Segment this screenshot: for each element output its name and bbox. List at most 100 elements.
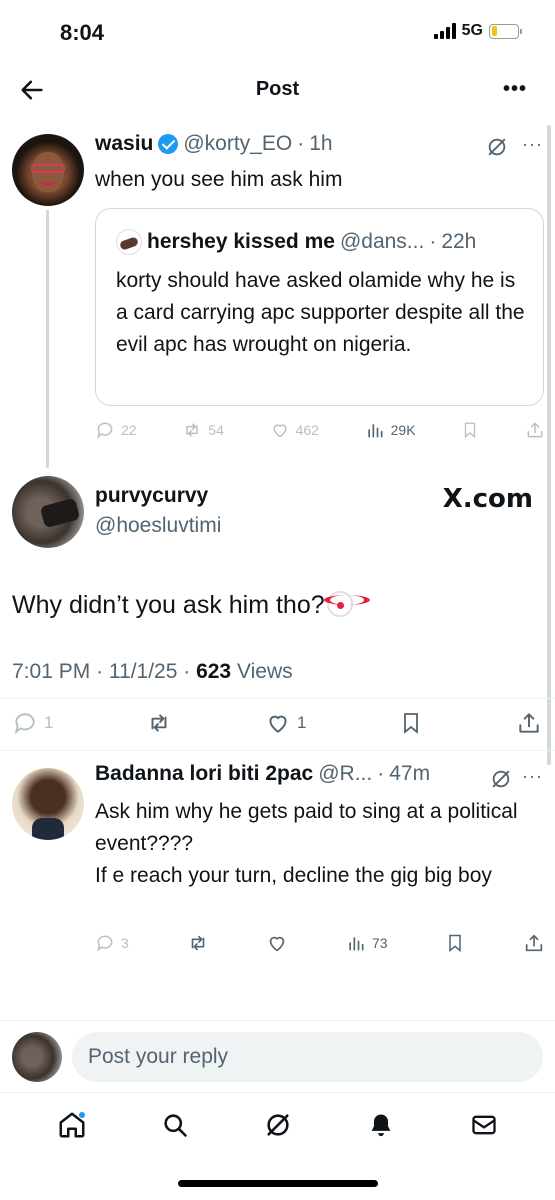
reply-button[interactable]: 3 — [95, 933, 129, 953]
avatar[interactable] — [12, 1032, 62, 1082]
heart-icon — [269, 715, 287, 733]
post-time: 7:01 PM — [12, 660, 91, 683]
verified-badge-icon — [158, 134, 179, 154]
author-handle[interactable]: @R... — [318, 762, 372, 786]
views-button[interactable]: 73 — [346, 933, 388, 953]
tab-home[interactable] — [52, 1105, 92, 1145]
reply-count: 22 — [121, 422, 137, 438]
avatar[interactable] — [12, 768, 84, 840]
reply-button[interactable]: 1 — [12, 710, 53, 736]
grok-icon — [266, 1113, 289, 1136]
tab-grok[interactable] — [258, 1105, 298, 1145]
reply-text-line: Ask him why he gets paid to sing at a po… — [95, 800, 518, 855]
reply-input[interactable]: Post your reply — [72, 1032, 543, 1082]
repost-icon — [186, 423, 199, 437]
like-button[interactable]: 1 — [265, 710, 306, 736]
bottom-tab-bar — [0, 1092, 555, 1156]
post-age[interactable]: 47m — [389, 762, 430, 786]
share-button[interactable] — [516, 710, 542, 736]
avatar[interactable] — [12, 134, 84, 206]
heart-icon — [269, 936, 285, 952]
like-button[interactable] — [266, 932, 288, 954]
reply-header: Badanna lori biti 2pac @R... · 47m — [95, 762, 430, 786]
post-text: when you see him ask him — [95, 168, 343, 191]
reply-icon — [97, 422, 113, 439]
post-more-button[interactable]: ··· — [522, 766, 543, 787]
share-icon — [527, 422, 543, 438]
post-more-button[interactable]: ··· — [522, 134, 543, 155]
grok-button[interactable] — [486, 136, 508, 158]
author-name[interactable]: purvycurvy — [95, 484, 208, 508]
share-button[interactable] — [525, 420, 545, 440]
page-title: Post — [255, 78, 300, 100]
like-button[interactable]: 462 — [270, 420, 319, 440]
parent-post-header: wasiu @korty_EO · 1h — [95, 132, 333, 156]
separator-dot: · — [297, 132, 305, 155]
grok-icon — [492, 770, 510, 788]
main-post-text-content: Why didn’t you ask him tho? — [12, 591, 325, 619]
bookmark-icon — [465, 422, 476, 439]
view-count: 623 — [196, 660, 232, 683]
view-count: 73 — [371, 935, 388, 951]
bookmark-icon — [449, 934, 461, 953]
author-name: hershey kissed me — [147, 230, 335, 253]
main-post-actions: 1 1 — [12, 710, 542, 736]
author-handle[interactable]: @hoesluvtimi — [95, 514, 221, 538]
separator-dot: · — [183, 660, 197, 683]
like-count: 1 — [297, 713, 307, 732]
post-age: 22h — [441, 230, 477, 253]
views-icon — [349, 937, 364, 951]
mail-icon — [471, 1115, 496, 1134]
reply-count: 1 — [44, 713, 54, 732]
post-header: Post ••• — [0, 62, 555, 118]
bookmark-button[interactable] — [399, 710, 423, 736]
repost-count: 54 — [208, 422, 224, 438]
repost-button[interactable] — [187, 932, 209, 954]
status-indicators: 5G — [433, 22, 522, 40]
repost-button[interactable] — [146, 710, 172, 736]
post-metadata: 7:01 PM · 11/1/25 · 623 Views — [12, 660, 293, 684]
home-indicator[interactable] — [178, 1180, 378, 1187]
clown-face-icon — [323, 591, 370, 617]
share-button[interactable] — [523, 932, 545, 954]
reply-icon — [14, 713, 35, 734]
tab-notifications[interactable] — [361, 1105, 401, 1145]
divider — [0, 750, 555, 751]
quoted-post-header: hershey kissed me @dans... · 22h — [116, 229, 476, 255]
notification-dot — [77, 1110, 86, 1119]
scrollbar[interactable] — [547, 125, 551, 765]
parent-post-actions: 22 54 462 29K — [95, 420, 545, 440]
network-type: 5G — [461, 22, 483, 39]
heart-icon — [272, 424, 287, 438]
avatar[interactable] — [12, 476, 84, 548]
author-name[interactable]: Badanna lori biti 2pac — [95, 762, 313, 786]
reply-actions: 3 73 — [95, 932, 545, 954]
author-handle[interactable]: @korty_EO — [183, 132, 292, 156]
status-bar: 8:04 5G — [0, 0, 555, 62]
share-icon — [519, 713, 539, 733]
avatar — [116, 229, 142, 255]
separator-dot: · — [429, 230, 437, 253]
tab-search[interactable] — [155, 1105, 195, 1145]
reply-text: Ask him why he gets paid to sing at a po… — [95, 796, 535, 892]
repost-icon — [151, 714, 167, 732]
bookmark-icon — [404, 713, 419, 734]
reply-button[interactable]: 22 — [95, 420, 137, 440]
quoted-post-card[interactable]: hershey kissed me @dans... · 22h korty s… — [95, 208, 544, 406]
bookmark-button[interactable] — [445, 932, 465, 954]
main-post-text: Why didn’t you ask him tho? — [12, 588, 370, 622]
reply-count: 3 — [121, 935, 129, 951]
quoted-post-text: korty should have asked olamide why he i… — [116, 269, 525, 356]
more-options-button[interactable]: ••• — [503, 78, 527, 101]
view-count: 29K — [390, 422, 416, 438]
post-age[interactable]: 1h — [309, 132, 332, 156]
grok-button[interactable] — [490, 768, 512, 790]
bookmark-button[interactable] — [461, 420, 479, 440]
views-button[interactable]: 29K — [365, 420, 416, 440]
grok-icon — [488, 138, 506, 156]
author-name[interactable]: wasiu — [95, 132, 153, 156]
author-handle: @dans... — [339, 230, 425, 253]
repost-button[interactable]: 54 — [182, 420, 224, 440]
tab-messages[interactable] — [464, 1105, 504, 1145]
separator-dot: · — [96, 660, 109, 683]
